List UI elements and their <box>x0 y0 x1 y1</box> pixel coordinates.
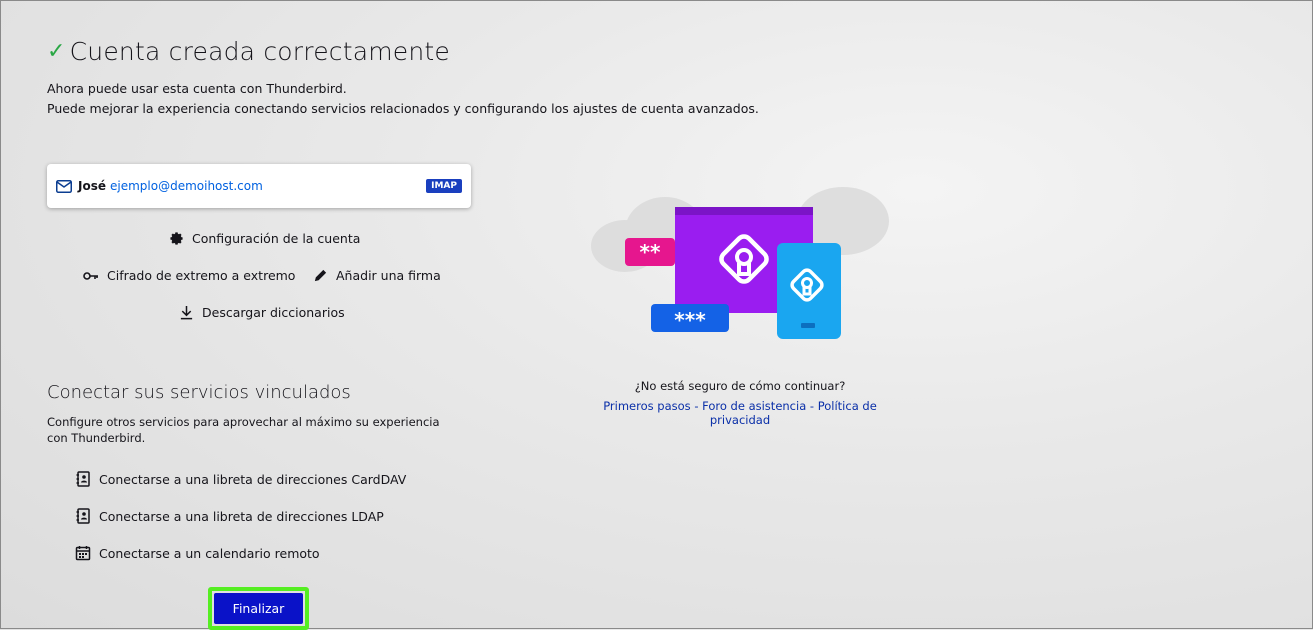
connect-carddav-label: Conectarse a una libreta de direcciones … <box>99 471 407 487</box>
mail-account-icon <box>56 179 72 193</box>
linked-services-description: Configure otros servicios para aprovecha… <box>47 415 440 445</box>
pencil-icon <box>314 269 327 282</box>
connect-ldap-link[interactable]: Conectarse a una libreta de direcciones … <box>75 508 384 524</box>
intro-line-1: Ahora puede usar esta cuenta con Thunder… <box>47 81 347 96</box>
separator: - <box>806 399 818 413</box>
intro-line-2: Puede mejorar la experiencia conectando … <box>47 101 759 116</box>
finish-button-highlight: Finalizar <box>208 587 309 630</box>
connect-calendar-link[interactable]: Conectarse a un calendario remoto <box>75 545 320 561</box>
separator: - <box>690 399 703 413</box>
finish-button[interactable]: Finalizar <box>214 593 303 624</box>
calendar-icon <box>75 546 91 561</box>
getting-started-link[interactable]: Primeros pasos <box>603 399 690 413</box>
page-title-text: Cuenta creada correctamente <box>69 37 451 66</box>
address-book-icon <box>76 471 90 487</box>
add-signature-link[interactable]: Añadir una firma <box>313 268 441 283</box>
linked-services-title: Conectar sus servicios vinculados <box>47 382 351 403</box>
password-short-text: ** <box>640 240 661 264</box>
account-illustration: ** *** <box>591 187 889 339</box>
account-email: ejemplo@demoihost.com <box>110 179 263 193</box>
page-title: ✓ Cuenta creada correctamente <box>47 37 450 66</box>
add-signature-label: Añadir una firma <box>336 268 441 283</box>
protocol-badge: IMAP <box>426 179 462 193</box>
checkmark-icon: ✓ <box>47 39 66 64</box>
connect-ldap-label: Conectarse a una libreta de direcciones … <box>99 508 384 524</box>
intro-text: Ahora puede usar esta cuenta con Thunder… <box>47 79 759 119</box>
help-question: ¿No está seguro de cómo continuar? <box>634 379 846 393</box>
help-links: Primeros pasos - Foro de asistencia - Po… <box>585 399 895 427</box>
connect-carddav-link[interactable]: Conectarse a una libreta de direcciones … <box>75 471 406 487</box>
e2e-encryption-link[interactable]: Cifrado de extremo a extremo <box>83 268 295 283</box>
e2e-encryption-label: Cifrado de extremo a extremo <box>107 268 296 283</box>
download-dictionaries-link[interactable]: Descargar diccionarios <box>179 305 345 320</box>
support-forum-link[interactable]: Foro de asistencia <box>702 399 806 413</box>
account-name: José <box>78 179 106 193</box>
gear-icon <box>170 232 183 245</box>
download-dictionaries-label: Descargar diccionarios <box>202 305 345 320</box>
password-long-text: *** <box>674 308 706 332</box>
key-icon <box>83 271 98 280</box>
connect-calendar-label: Conectarse a un calendario remoto <box>99 545 320 561</box>
address-book-icon <box>76 508 90 524</box>
download-icon <box>180 305 193 320</box>
account-card: José ejemplo@demoihost.com IMAP <box>47 164 471 208</box>
account-settings-link[interactable]: Configuración de la cuenta <box>169 231 360 246</box>
account-settings-label: Configuración de la cuenta <box>192 231 361 246</box>
